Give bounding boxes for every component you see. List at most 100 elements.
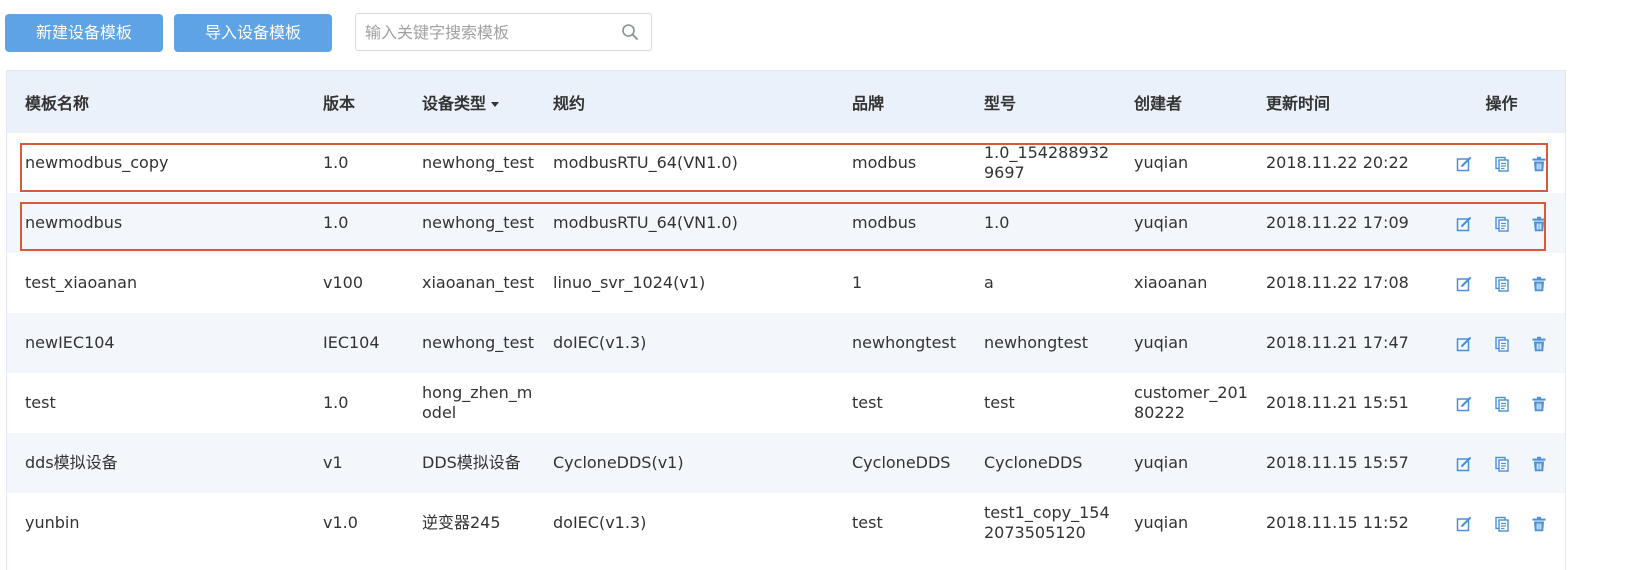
cell-name: test [25,393,56,412]
column-header-version[interactable]: 版本 [305,71,404,133]
copy-icon[interactable] [1494,456,1510,472]
copy-icon[interactable] [1494,396,1510,412]
cell-updated: 2018.11.21 17:47 [1266,333,1409,352]
cell-model: 1.0 [984,213,1010,232]
cell-model: CycloneDDS [984,453,1083,472]
cell-brand: CycloneDDS [852,453,951,472]
column-header-brand[interactable]: 品牌 [834,71,966,133]
column-header-protocol[interactable]: 规约 [535,71,834,133]
cell-brand: test [852,513,883,532]
cell-version: IEC104 [323,333,380,352]
copy-icon[interactable] [1494,336,1510,352]
cell-creator: yuqian [1134,333,1189,352]
edit-icon[interactable] [1456,216,1472,232]
cell-actions [1438,253,1565,313]
edit-icon[interactable] [1456,276,1472,292]
cell-updated: 2018.11.22 17:08 [1266,273,1409,292]
search-box [355,13,652,51]
cell-actions [1438,193,1565,253]
cell-version: v100 [323,273,364,292]
edit-icon[interactable] [1456,336,1472,352]
cell-model: 1.0_1542889329697 [984,143,1110,182]
cell-name: dds模拟设备 [25,453,118,472]
cell-protocol: doIEC(v1.3) [553,513,647,532]
table-row[interactable]: dds模拟设备 v1 DDS模拟设备 CycloneDDS(v1) Cyclon… [7,433,1565,493]
delete-icon[interactable] [1531,456,1547,472]
cell-protocol: modbusRTU_64(VN1.0) [553,153,738,172]
sort-caret-icon[interactable] [491,102,500,107]
delete-icon[interactable] [1531,516,1547,532]
cell-device-type: newhong_test [422,213,535,232]
cell-device-type: hong_zhen_model [422,383,533,422]
copy-icon[interactable] [1494,276,1510,292]
table-row[interactable]: newmodbus_copy 1.0 newhong_test modbusRT… [7,133,1565,193]
edit-icon[interactable] [1456,456,1472,472]
cell-device-type: xiaoanan_test [422,273,535,292]
cell-name: test_xiaoanan [25,273,138,292]
cell-device-type: DDS模拟设备 [422,453,521,472]
cell-version: 1.0 [323,153,349,172]
copy-icon[interactable] [1494,516,1510,532]
cell-creator: yuqian [1134,213,1189,232]
cell-creator: xiaoanan [1134,273,1208,292]
cell-name: newmodbus_copy [25,153,169,172]
cell-name: newmodbus [25,213,123,232]
table-row[interactable]: newIEC104 IEC104 newhong_test doIEC(v1.3… [7,313,1565,373]
column-header-creator[interactable]: 创建者 [1116,71,1248,133]
import-template-button[interactable]: 导入设备模板 [174,14,332,52]
edit-icon[interactable] [1456,516,1472,532]
search-icon[interactable] [621,23,639,41]
cell-creator: yuqian [1134,153,1189,172]
table-row[interactable]: test 1.0 hong_zhen_model test test custo… [7,373,1565,433]
cell-protocol: doIEC(v1.3) [553,333,647,352]
delete-icon[interactable] [1531,216,1547,232]
cell-updated: 2018.11.15 11:52 [1266,513,1409,532]
table-row[interactable]: test_xiaoanan v100 xiaoanan_test linuo_s… [7,253,1565,313]
cell-updated: 2018.11.15 15:57 [1266,453,1409,472]
cell-updated: 2018.11.22 20:22 [1266,153,1409,172]
delete-icon[interactable] [1531,156,1547,172]
cell-model: a [984,273,994,292]
delete-icon[interactable] [1531,276,1547,292]
copy-icon[interactable] [1494,156,1510,172]
cell-brand: newhongtest [852,333,957,352]
cell-brand: modbus [852,213,917,232]
cell-updated: 2018.11.21 15:51 [1266,393,1409,412]
template-table: 模板名称 版本 设备类型 规约 品牌 型号 创建者 更新时间 操作 newmod… [7,71,1565,553]
copy-icon[interactable] [1494,216,1510,232]
cell-version: v1 [323,453,343,472]
cell-protocol: modbusRTU_64(VN1.0) [553,213,738,232]
cell-brand: 1 [852,273,863,292]
cell-device-type: 逆变器245 [422,513,501,532]
cell-version: 1.0 [323,213,349,232]
column-header-model[interactable]: 型号 [966,71,1116,133]
cell-brand: modbus [852,153,917,172]
cell-device-type: newhong_test [422,333,535,352]
search-input[interactable] [365,14,605,50]
column-header-device-type[interactable]: 设备类型 [404,71,535,133]
column-header-device-type-label: 设备类型 [422,94,487,113]
cell-actions [1438,433,1565,493]
cell-creator: yuqian [1134,453,1189,472]
cell-actions [1438,493,1565,553]
column-header-updated[interactable]: 更新时间 [1248,71,1438,133]
table-row[interactable]: newmodbus 1.0 newhong_test modbusRTU_64(… [7,193,1565,253]
cell-creator: yuqian [1134,513,1189,532]
edit-icon[interactable] [1456,396,1472,412]
cell-creator: customer_20180222 [1134,383,1248,422]
cell-version: 1.0 [323,393,349,412]
cell-name: newIEC104 [25,333,115,352]
template-table-container: 模板名称 版本 设备类型 规约 品牌 型号 创建者 更新时间 操作 newmod… [6,70,1566,570]
cell-updated: 2018.11.22 17:09 [1266,213,1409,232]
cell-protocol: CycloneDDS(v1) [553,453,684,472]
cell-protocol [535,373,834,433]
toolbar: 新建设备模板 导入设备模板 [0,0,1645,64]
delete-icon[interactable] [1531,336,1547,352]
table-row[interactable]: yunbin v1.0 逆变器245 doIEC(v1.3) test test… [7,493,1565,553]
new-template-button[interactable]: 新建设备模板 [5,14,163,52]
delete-icon[interactable] [1531,396,1547,412]
cell-brand: test [852,393,883,412]
column-header-name[interactable]: 模板名称 [7,71,305,133]
edit-icon[interactable] [1456,156,1472,172]
cell-name: yunbin [25,513,80,532]
